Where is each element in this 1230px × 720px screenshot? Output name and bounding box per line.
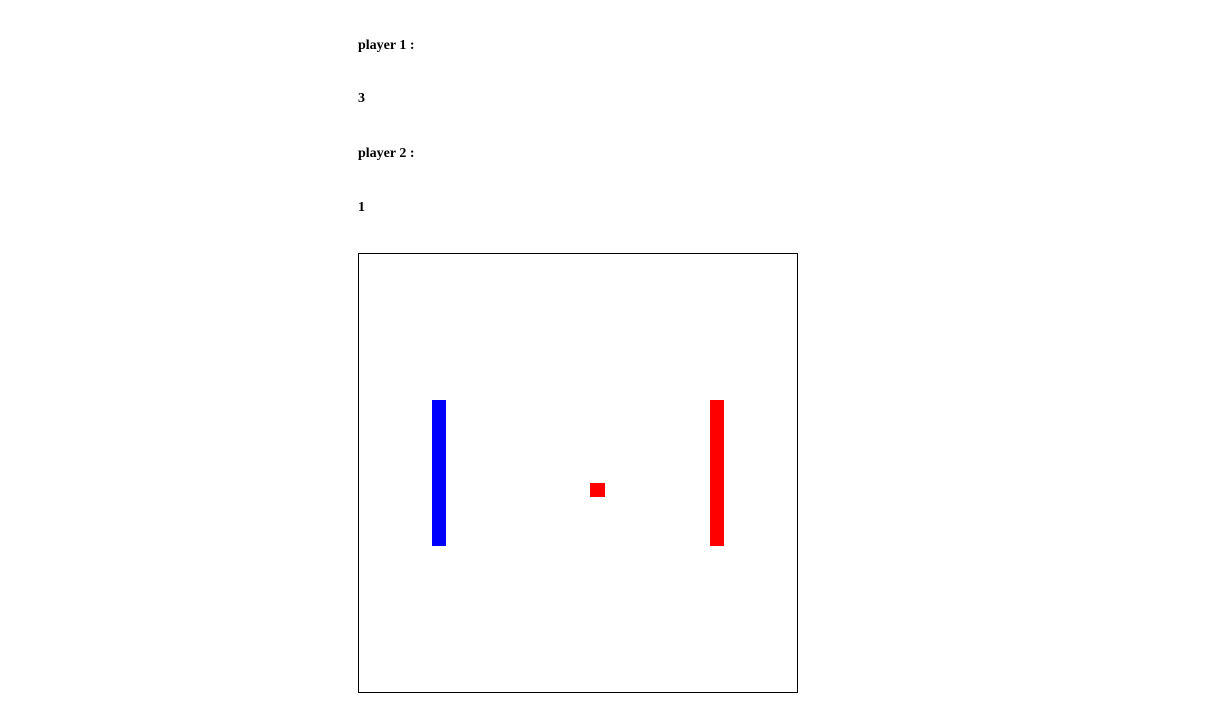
player1-paddle bbox=[432, 400, 446, 546]
game-board[interactable] bbox=[358, 253, 798, 693]
ball bbox=[590, 483, 605, 497]
player2-score: 1 bbox=[358, 200, 365, 215]
player1-label: player 1 : bbox=[358, 38, 415, 53]
player1-score: 3 bbox=[358, 91, 365, 106]
player2-label: player 2 : bbox=[358, 146, 415, 161]
player2-paddle bbox=[710, 400, 724, 546]
